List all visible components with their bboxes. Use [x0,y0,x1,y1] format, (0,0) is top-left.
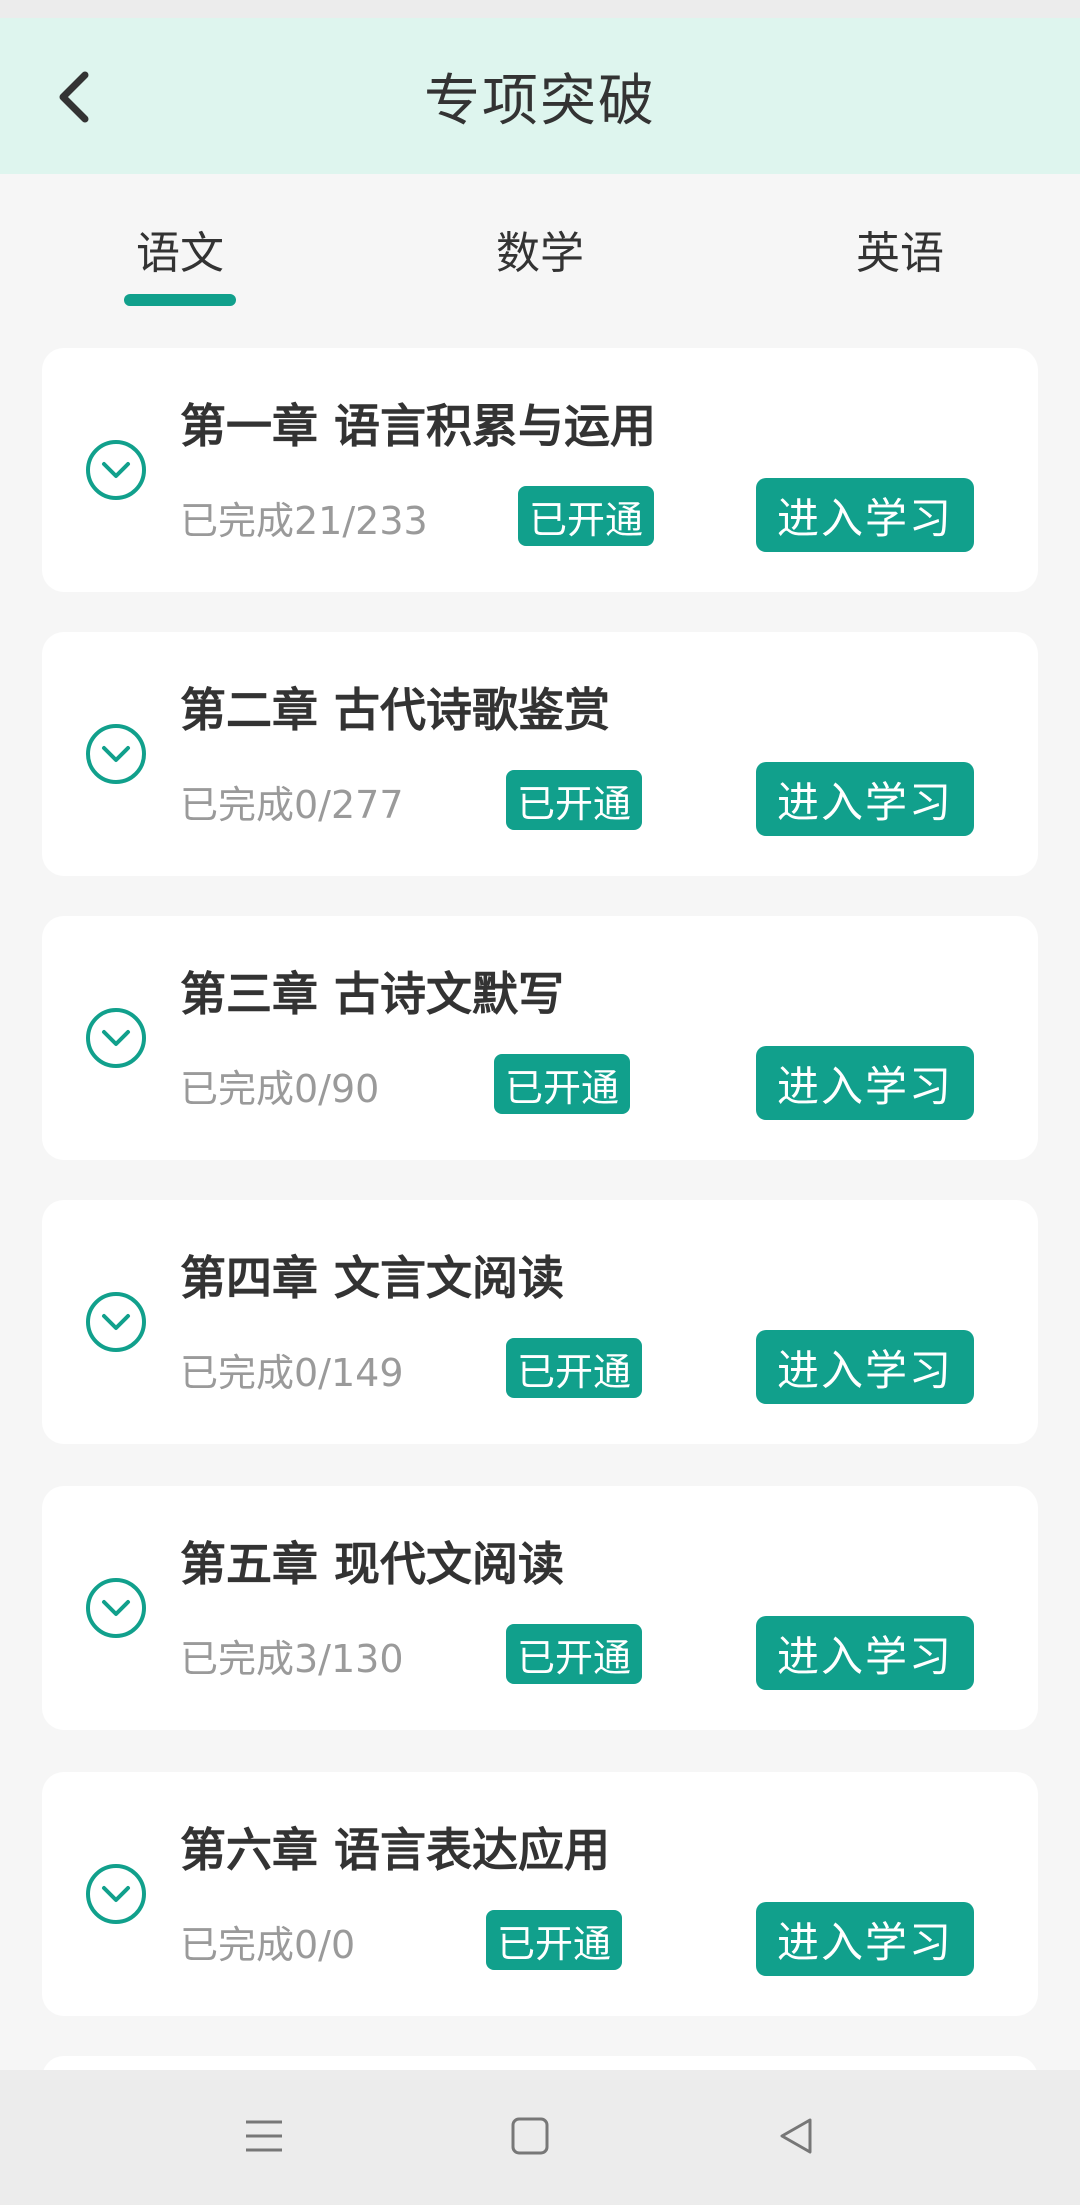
enter-study-button[interactable]: 进入学习 [756,478,974,552]
chapter-progress: 已完成0/277 [180,783,404,827]
nav-home-button[interactable] [500,2106,560,2166]
status-badge: 已开通 [518,486,654,546]
chapter-title: 第二章 古代诗歌鉴赏 [180,683,611,737]
status-bar [0,0,1080,18]
chapter-progress: 已完成21/233 [180,499,428,543]
enter-study-button[interactable]: 进入学习 [756,1902,974,1976]
chapter-card: 第三章 古诗文默写 已完成0/90 已开通 进入学习 [42,916,1038,1160]
chapter-card: 第一章 语言积累与运用 已完成21/233 已开通 进入学习 [42,348,1038,592]
subject-tabs: 语文 数学 英语 [0,174,1080,324]
chapter-title: 第一章 语言积累与运用 [180,399,657,453]
home-square-icon [511,2117,549,2155]
chapter-progress: 已完成0/0 [180,1923,356,1967]
check-circle-icon[interactable] [84,722,148,786]
status-badge: 已开通 [506,770,642,830]
chapter-card: 第二章 古代诗歌鉴赏 已完成0/277 已开通 进入学习 [42,632,1038,876]
page-title: 专项突破 [424,68,656,134]
tab-math[interactable]: 数学 [480,214,600,284]
status-badge: 已开通 [506,1624,642,1684]
nav-menu-button[interactable] [234,2106,294,2166]
chapter-card: 第六章 语言表达应用 已完成0/0 已开通 进入学习 [42,1772,1038,2016]
check-circle-icon[interactable] [84,438,148,502]
chapter-title: 第三章 古诗文默写 [180,967,565,1021]
chapter-title: 第六章 语言表达应用 [180,1823,611,1877]
status-badge: 已开通 [494,1054,630,1114]
system-nav-bar [0,2070,1080,2205]
chapter-card: 第五章 现代文阅读 已完成3/130 已开通 进入学习 [42,1486,1038,1730]
tab-chinese[interactable]: 语文 [120,214,240,284]
enter-study-button[interactable]: 进入学习 [756,1330,974,1404]
chapter-card: 第四章 文言文阅读 已完成0/149 已开通 进入学习 [42,1200,1038,1444]
check-circle-icon[interactable] [84,1862,148,1926]
enter-study-button[interactable]: 进入学习 [756,1616,974,1690]
tab-english[interactable]: 英语 [840,214,960,284]
chapter-progress: 已完成0/149 [180,1351,404,1395]
check-circle-icon[interactable] [84,1006,148,1070]
back-triangle-icon [780,2118,812,2154]
enter-study-button[interactable]: 进入学习 [756,1046,974,1120]
tab-active-indicator [124,294,236,306]
check-circle-icon[interactable] [84,1576,148,1640]
status-badge: 已开通 [486,1910,622,1970]
header: 专项突破 [0,18,1080,174]
check-circle-icon[interactable] [84,1290,148,1354]
nav-back-button[interactable] [766,2106,826,2166]
chapter-title: 第五章 现代文阅读 [180,1537,565,1591]
chapter-progress: 已完成0/90 [180,1067,380,1111]
chapter-title: 第四章 文言文阅读 [180,1251,565,1305]
menu-icon [246,2120,282,2152]
enter-study-button[interactable]: 进入学习 [756,762,974,836]
status-badge: 已开通 [506,1338,642,1398]
chapter-progress: 已完成3/130 [180,1637,404,1681]
